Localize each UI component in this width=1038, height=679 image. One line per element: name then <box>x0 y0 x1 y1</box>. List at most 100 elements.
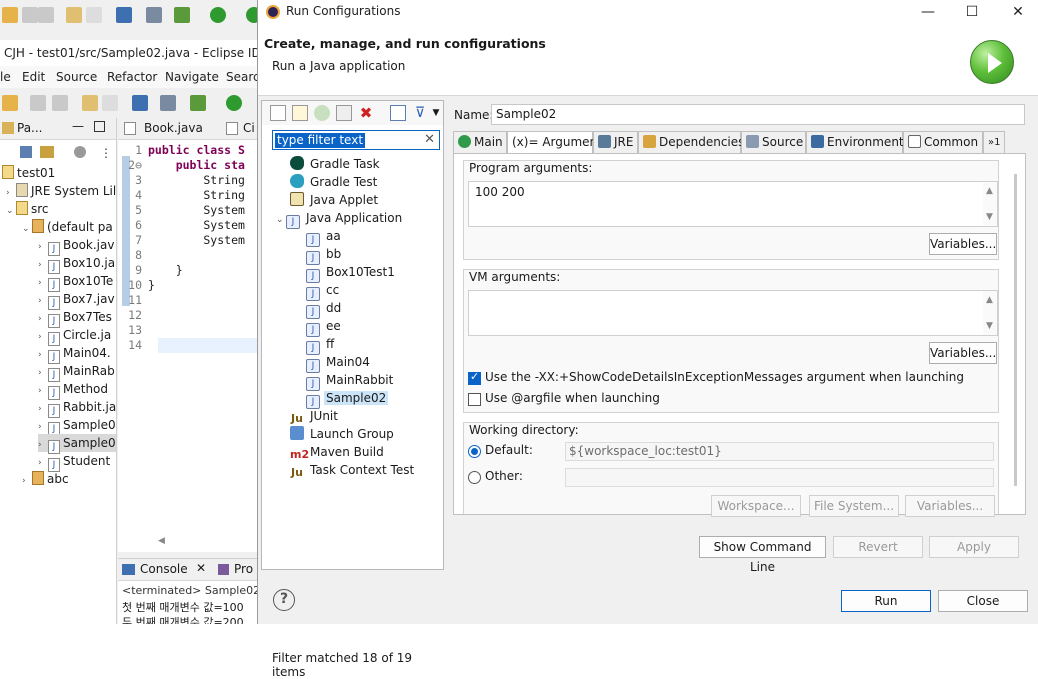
tree-item-file[interactable]: › J MainRab <box>38 362 115 382</box>
new-icon[interactable] <box>2 95 18 111</box>
skip-breakpoints-icon[interactable] <box>160 95 176 111</box>
tree-item-file-selected[interactable]: › J Sample0 <box>38 434 116 454</box>
config-item-selected[interactable]: J Sample02 <box>306 389 389 409</box>
export-icon[interactable] <box>314 105 330 121</box>
tab-overflow[interactable]: »1 <box>983 131 1005 153</box>
config-item[interactable]: Jbb <box>306 245 341 265</box>
tab-common[interactable]: Common <box>903 131 983 153</box>
save-all-icon[interactable] <box>52 95 68 111</box>
scroll-down-icon[interactable]: ▼ <box>986 212 993 222</box>
clear-filter-icon[interactable]: ✕ <box>424 132 435 147</box>
config-item[interactable]: Jee <box>306 317 341 337</box>
tree-item-test01[interactable]: test01 <box>2 164 55 182</box>
code-line[interactable]: 8 <box>118 248 260 263</box>
config-item[interactable]: J Box10Test1 <box>306 263 395 283</box>
menu-source[interactable]: Source <box>56 70 97 84</box>
code-line[interactable]: 5 System <box>118 203 260 218</box>
chevron-down-icon[interactable]: ⌄ <box>22 220 32 238</box>
code-line[interactable]: 1 public class S <box>118 143 260 158</box>
directory-variables-button[interactable]: Variables... <box>905 495 995 517</box>
code-line[interactable]: 7 System <box>118 233 260 248</box>
editor-tab-book[interactable]: Book.java <box>144 121 203 135</box>
close-button[interactable]: Close <box>938 590 1028 612</box>
maximize-icon[interactable] <box>94 121 105 132</box>
close-icon[interactable]: ✕ <box>1004 2 1032 22</box>
code-line[interactable]: 6 System <box>118 218 260 233</box>
scrollbar[interactable]: ▲ ▼ <box>983 182 997 226</box>
other-directory-field[interactable] <box>565 468 994 487</box>
run-icon[interactable] <box>210 7 226 23</box>
config-item[interactable]: Jcc <box>306 281 339 301</box>
scroll-down-icon[interactable]: ▼ <box>986 321 993 331</box>
delete-icon[interactable]: ✖ <box>358 105 374 121</box>
collapse-all-icon[interactable] <box>390 105 406 121</box>
console-tab[interactable]: Console <box>140 562 188 576</box>
filter-icon[interactable]: ⊽ <box>412 105 428 121</box>
menu-navigate[interactable]: Navigate <box>165 70 219 84</box>
code-line[interactable]: 2⊖ public sta <box>118 158 260 173</box>
debug-icon[interactable] <box>174 7 190 23</box>
file-system-button[interactable]: File System... <box>809 495 899 517</box>
run-button[interactable]: Run <box>841 590 931 612</box>
chevron-down-icon[interactable]: ⌄ <box>276 211 286 229</box>
code-line[interactable]: 9 } <box>118 263 260 278</box>
scrollbar[interactable]: ▲ ▼ <box>983 291 997 335</box>
duplicate-icon[interactable] <box>336 105 352 121</box>
show-command-line-button[interactable]: Show Command Line <box>699 536 826 574</box>
config-launch-group[interactable]: Launch Group <box>290 425 394 443</box>
tree-item-file[interactable]: › J Box10.ja <box>38 254 115 274</box>
tree-item-file[interactable]: › J Student <box>38 452 110 472</box>
collapse-all-icon[interactable] <box>20 146 32 158</box>
use-argfile-checkbox[interactable] <box>468 393 481 406</box>
redo-icon[interactable] <box>102 95 118 111</box>
link-editor-icon[interactable] <box>40 146 54 158</box>
show-code-details-checkbox[interactable] <box>468 370 481 385</box>
help-icon[interactable]: ? <box>273 589 295 611</box>
code-line[interactable]: 10} <box>118 278 260 293</box>
code-line[interactable]: 11 <box>118 293 260 308</box>
debug-icon[interactable] <box>190 95 206 111</box>
config-junit[interactable]: Ju JUnit <box>290 407 338 425</box>
vm-arguments-input[interactable]: ▲ ▼ <box>468 290 998 336</box>
tree-item-src[interactable]: ⌄ src <box>6 200 49 218</box>
redo-icon[interactable] <box>86 7 102 23</box>
maximize-icon[interactable]: ☐ <box>958 2 986 22</box>
tree-item-default-package[interactable]: ⌄ (default pa <box>22 218 113 236</box>
tab-arguments[interactable]: (x)= Arguments <box>507 131 608 154</box>
program-arguments-input[interactable]: 100 200 ▲ ▼ <box>468 181 998 227</box>
config-gradle-test[interactable]: Gradle Test <box>290 173 377 191</box>
apply-button[interactable]: Apply <box>929 536 1019 558</box>
filter-input[interactable]: type filter text ✕ <box>272 130 440 150</box>
config-item[interactable]: J MainRabbit <box>306 371 393 391</box>
tree-item-file[interactable]: › J Book.jav <box>38 236 114 256</box>
tab-jre[interactable]: JRE <box>593 131 638 153</box>
other-radio[interactable] <box>468 471 481 484</box>
menu-file[interactable]: le <box>0 70 11 84</box>
program-variables-button[interactable]: Variables... <box>929 233 997 255</box>
close-icon[interactable]: ✕ <box>196 561 206 575</box>
workspace-button[interactable]: Workspace... <box>711 495 801 517</box>
undo-icon[interactable] <box>66 7 82 23</box>
minimize-icon[interactable]: — <box>914 2 942 22</box>
save-icon[interactable] <box>22 7 38 23</box>
name-input[interactable]: Sample02 <box>491 104 1025 125</box>
code-line[interactable]: 4 String <box>118 188 260 203</box>
tree-item-file[interactable]: › J Method <box>38 380 108 400</box>
config-java-application[interactable]: ⌄ J Java Application <box>276 209 402 229</box>
run-icon[interactable] <box>226 95 242 111</box>
config-maven-build[interactable]: m2Maven Build <box>290 443 384 461</box>
view-menu-icon[interactable]: ⋮ <box>100 146 112 160</box>
chevron-down-icon[interactable]: ▼ <box>428 105 444 121</box>
tree-item-file[interactable]: › J Rabbit.ja <box>38 398 116 418</box>
chevron-right-icon[interactable]: › <box>22 472 32 490</box>
editor-tab-circle[interactable]: Ci <box>243 121 255 135</box>
config-gradle-task[interactable]: Gradle Task <box>290 155 380 173</box>
tree-item-file[interactable]: › J Box7Tes <box>38 308 112 328</box>
code-line[interactable]: 14 <box>118 338 260 353</box>
config-java-applet[interactable]: Java Applet <box>290 191 378 209</box>
panel-scrollbar[interactable] <box>1014 174 1017 486</box>
tab-main[interactable]: Main <box>453 131 507 153</box>
chevron-down-icon[interactable]: ⌄ <box>6 202 16 220</box>
filter-icon[interactable] <box>74 146 86 158</box>
undo-icon[interactable] <box>82 95 98 111</box>
